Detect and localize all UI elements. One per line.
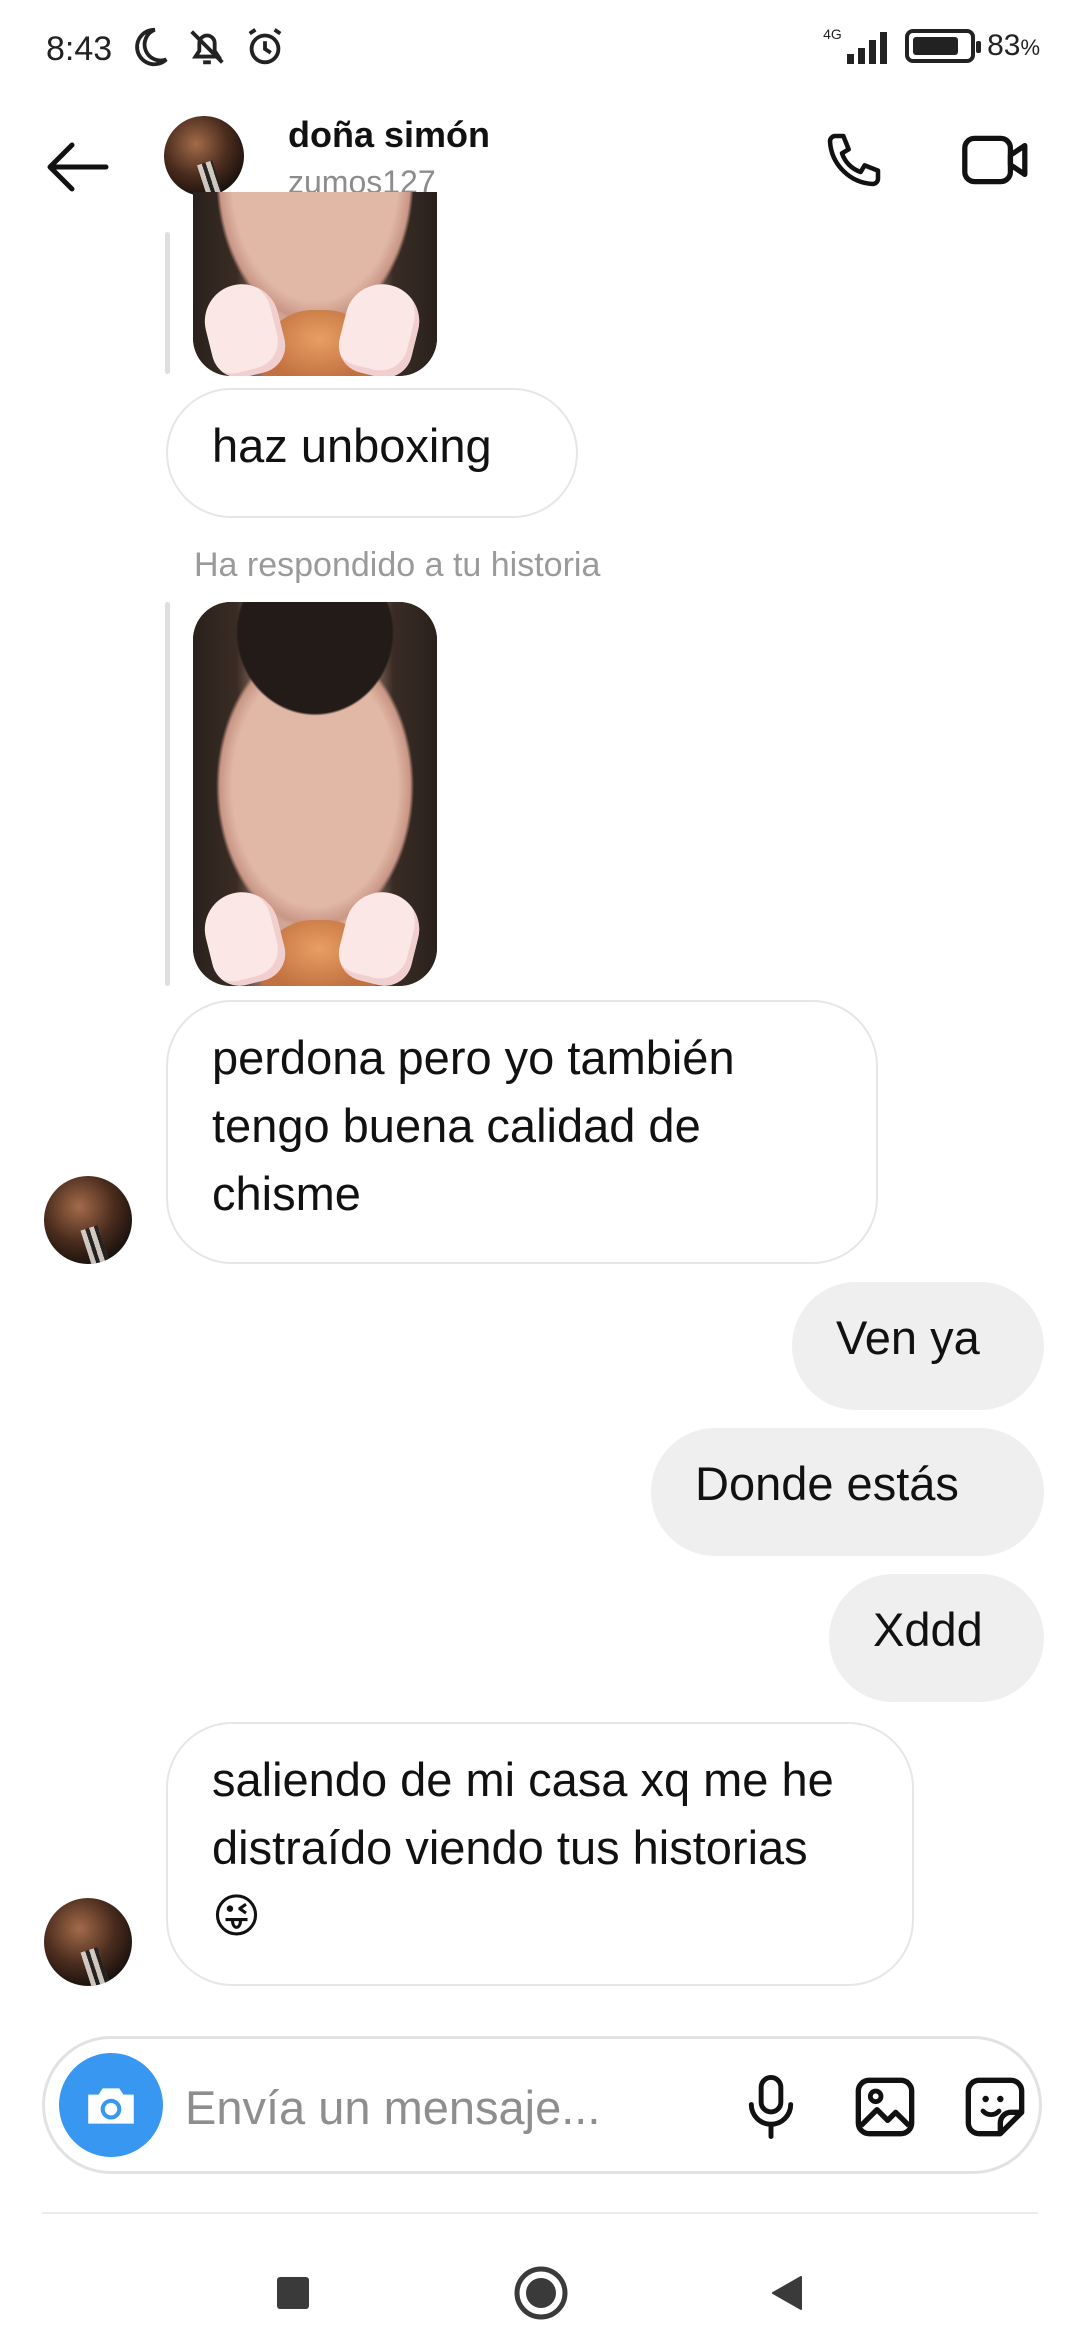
sender-avatar[interactable] — [44, 1176, 132, 1264]
status-indicators: 4G 83% — [823, 26, 1040, 66]
system-back-button[interactable] — [742, 2248, 832, 2338]
message-text: Donde estás — [695, 1457, 959, 1510]
arrow-left-icon — [47, 142, 109, 192]
status-bar: 8:43 4G 83% — [0, 0, 1080, 100]
call-button[interactable] — [816, 122, 892, 198]
video-camera-icon — [962, 135, 1028, 185]
battery-percentage: 83% — [987, 29, 1040, 62]
chat-header: doña simón zumos127 — [0, 100, 1080, 230]
square-icon — [277, 2277, 309, 2309]
outgoing-message[interactable]: Donde estás — [651, 1428, 1044, 1556]
divider — [42, 2212, 1038, 2214]
story-thumbnail[interactable] — [193, 602, 437, 986]
gallery-button[interactable] — [845, 2067, 925, 2147]
battery-icon — [905, 29, 982, 63]
story-thumbnail[interactable] — [193, 192, 437, 376]
wink-tongue-emoji: 😜 — [212, 1889, 261, 1942]
sticker-icon — [965, 2077, 1025, 2137]
incoming-message[interactable]: haz unboxing — [166, 388, 578, 518]
camera-button[interactable] — [59, 2053, 163, 2157]
message-input[interactable] — [185, 2069, 705, 2145]
phone-icon — [827, 133, 881, 187]
voice-message-button[interactable] — [733, 2067, 809, 2147]
sender-avatar[interactable] — [44, 1898, 132, 1986]
status-icons — [126, 24, 288, 70]
incoming-message[interactable]: perdona pero yo también tengo buena cali… — [166, 1000, 878, 1264]
home-button[interactable] — [496, 2248, 586, 2338]
camera-icon — [88, 2088, 134, 2124]
story-reply-line — [165, 602, 170, 986]
back-button[interactable] — [40, 130, 114, 204]
do-not-disturb-moon-icon — [135, 27, 168, 67]
story-reply-label: Ha respondido a tu historia — [194, 546, 601, 584]
outgoing-message[interactable]: Xddd — [829, 1574, 1044, 1702]
message-composer — [42, 2036, 1042, 2174]
recent-apps-button[interactable] — [248, 2248, 338, 2338]
system-nav-bar — [0, 2230, 1080, 2340]
incoming-message[interactable]: saliendo de mi casa xq me he distraído v… — [166, 1722, 914, 1986]
status-time: 8:43 — [46, 30, 113, 68]
video-call-button[interactable] — [956, 122, 1036, 198]
story-reply-line — [165, 232, 170, 374]
message-text: perdona pero yo también tengo buena cali… — [212, 1031, 735, 1220]
signal-icon: 4G — [823, 26, 893, 66]
contact-name[interactable]: doña simón — [288, 114, 490, 156]
alarm-icon — [248, 28, 282, 65]
message-text: Xddd — [873, 1603, 983, 1656]
muted-bell-icon — [190, 30, 224, 65]
microphone-icon — [748, 2075, 794, 2139]
contact-avatar[interactable] — [164, 116, 244, 196]
message-text: Ven ya — [836, 1311, 980, 1364]
message-text: saliendo de mi casa xq me he distraído v… — [212, 1753, 834, 1874]
triangle-back-icon — [772, 2276, 802, 2310]
message-text: haz unboxing — [212, 419, 492, 472]
circle-icon — [514, 2266, 568, 2320]
sticker-button[interactable] — [955, 2067, 1035, 2147]
outgoing-message[interactable]: Ven ya — [792, 1282, 1044, 1410]
image-icon — [855, 2077, 915, 2137]
